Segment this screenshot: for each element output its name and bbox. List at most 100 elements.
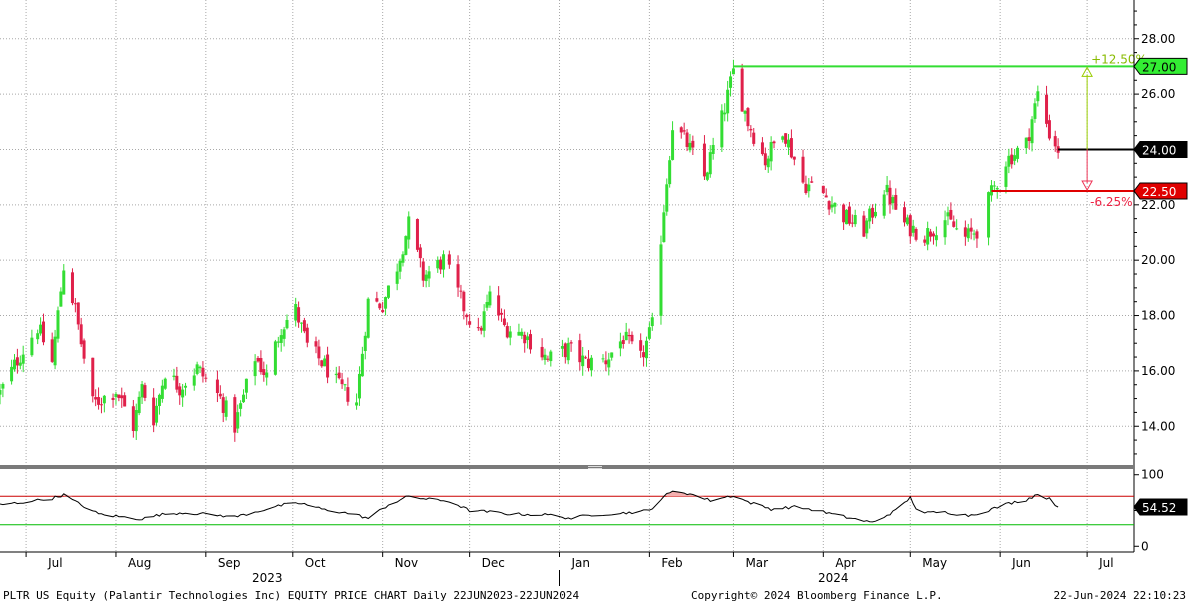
candle-body [1010, 154, 1014, 165]
candle-body [746, 108, 750, 127]
candle [244, 378, 248, 400]
candle [500, 308, 504, 322]
candle-body [15, 357, 19, 366]
candle-body [73, 303, 77, 305]
candle-body [366, 298, 370, 338]
candle [378, 302, 382, 310]
candle [546, 355, 550, 362]
candle-body [1016, 147, 1020, 159]
candle [743, 109, 747, 122]
candle [456, 255, 460, 297]
candle-body [201, 367, 205, 377]
month-label: Feb [661, 556, 682, 570]
candle [871, 204, 875, 224]
candle-body [847, 206, 851, 224]
target-price-tag-text: 27.00 [1142, 60, 1176, 74]
candle-body [1007, 155, 1011, 167]
candle-body [1024, 137, 1028, 149]
candle-body [56, 310, 60, 339]
candle-body [589, 357, 593, 371]
candle-body [705, 172, 709, 180]
candle-body [833, 202, 837, 207]
candle [282, 326, 286, 347]
candle [720, 104, 724, 152]
candle-body [627, 335, 631, 337]
candle [868, 205, 872, 229]
candle [821, 185, 825, 195]
candle-body [624, 331, 628, 341]
panel-separator[interactable] [0, 465, 1134, 469]
candle [845, 209, 849, 225]
candle [804, 175, 808, 195]
candle [1053, 130, 1057, 152]
candle-body [465, 314, 469, 318]
candle [853, 209, 857, 227]
candle [131, 399, 135, 438]
candle-body [346, 387, 350, 402]
candle-body [447, 254, 451, 265]
candle-body [137, 396, 141, 414]
candle-body [810, 181, 814, 183]
candle [299, 322, 303, 333]
candle [688, 133, 692, 153]
candle-body [485, 302, 489, 308]
candle [262, 361, 266, 382]
month-label: Jul [1098, 556, 1113, 570]
candle-body [642, 352, 646, 358]
candle [320, 359, 324, 368]
candle-body [160, 385, 164, 399]
candle [375, 291, 379, 303]
candle [705, 171, 709, 182]
candle [82, 338, 86, 364]
candle-body [1027, 137, 1031, 141]
candle-body [862, 215, 866, 237]
candle-body [760, 142, 764, 155]
candle-body [804, 183, 808, 194]
candle-body [323, 358, 327, 367]
candle [584, 355, 588, 360]
candle-body [931, 233, 935, 237]
candle-body [140, 384, 144, 398]
candle-body [30, 337, 34, 356]
candle [502, 309, 506, 327]
candle [763, 147, 767, 171]
candle-body [647, 327, 651, 339]
candle [966, 223, 970, 242]
candle-body [152, 397, 156, 426]
candle-body [995, 187, 999, 190]
candle [578, 333, 582, 371]
candle-body [114, 393, 118, 397]
candle [1010, 148, 1014, 169]
candle [62, 264, 66, 295]
candle-body [302, 320, 306, 332]
candle-body [604, 360, 608, 365]
candle [963, 220, 967, 246]
candle-body [529, 334, 533, 350]
candle [427, 265, 431, 288]
candle [847, 201, 851, 226]
candle-body [276, 341, 280, 343]
candle [79, 317, 83, 348]
candle-body [12, 359, 16, 370]
candle-body [134, 410, 138, 432]
candle-body [691, 140, 695, 148]
rsi-last-value-text: 54.52 [1142, 501, 1176, 515]
candle [801, 149, 805, 184]
month-label: Jan [571, 556, 591, 570]
candle [607, 352, 611, 376]
candle-body [265, 372, 269, 378]
candle-body [549, 351, 553, 362]
candle [134, 403, 138, 441]
candle-body [1030, 119, 1034, 144]
candle [589, 355, 593, 377]
candle [204, 373, 208, 383]
candle [386, 285, 390, 300]
candle-body [610, 352, 614, 358]
candle [395, 263, 399, 291]
candle [218, 385, 222, 399]
candle-body [842, 204, 846, 223]
candle [1004, 161, 1008, 194]
candle [830, 196, 834, 213]
candle [908, 213, 912, 244]
candle [702, 135, 706, 180]
